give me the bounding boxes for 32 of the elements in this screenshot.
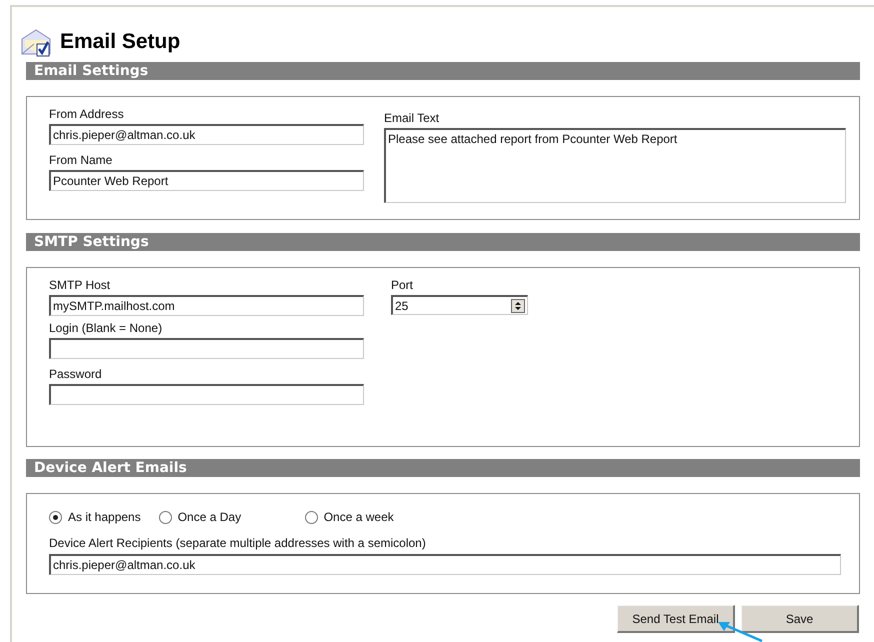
- field-label: From Address: [49, 107, 125, 122]
- text-area[interactable]: Please see attached report from Pcounter Web Report: [384, 128, 846, 203]
- field-label: Email Text: [384, 111, 440, 126]
- field-label: Port: [391, 278, 414, 293]
- port-value: 25: [395, 298, 410, 314]
- text-field[interactable]: chris.pieper@altman.co.uk: [49, 124, 364, 145]
- text-field[interactable]: Pcounter Web Report: [49, 170, 364, 191]
- field-label: Device Alert Recipients (separate multiple addresses with a semicolon): [49, 536, 427, 551]
- field-label: From Name: [49, 153, 114, 168]
- text-field[interactable]: chris.pieper@altman.co.uk: [49, 554, 841, 575]
- radio-label: Once a week: [324, 509, 394, 526]
- envelope-check-icon: [20, 27, 52, 57]
- radio-label: Once a Day: [178, 509, 242, 526]
- section-header: SMTP Settings: [26, 233, 860, 251]
- send-test-email-button[interactable]: Send Test Email: [617, 605, 735, 633]
- field-label: SMTP Host: [49, 278, 112, 293]
- radio-button[interactable]: [158, 510, 172, 524]
- text-field[interactable]: mySMTP.mailhost.com: [49, 295, 364, 316]
- radio-button[interactable]: [49, 510, 62, 524]
- radio-button[interactable]: [304, 510, 318, 524]
- section-header: Email Settings: [26, 62, 860, 80]
- text-field[interactable]: [49, 338, 364, 359]
- radio-label: As it happens: [68, 509, 141, 526]
- page-title: Email Setup: [60, 29, 180, 56]
- field-label: Login (Blank = None): [49, 321, 164, 336]
- pointer-arrow: [716, 621, 764, 642]
- section-header: Device Alert Emails: [26, 459, 860, 477]
- field-label: Password: [49, 367, 103, 382]
- text-field[interactable]: [49, 384, 364, 405]
- save-button[interactable]: Save: [741, 605, 859, 633]
- port-spinner[interactable]: 25: [391, 295, 528, 315]
- spin-arrows-icon: [511, 298, 525, 312]
